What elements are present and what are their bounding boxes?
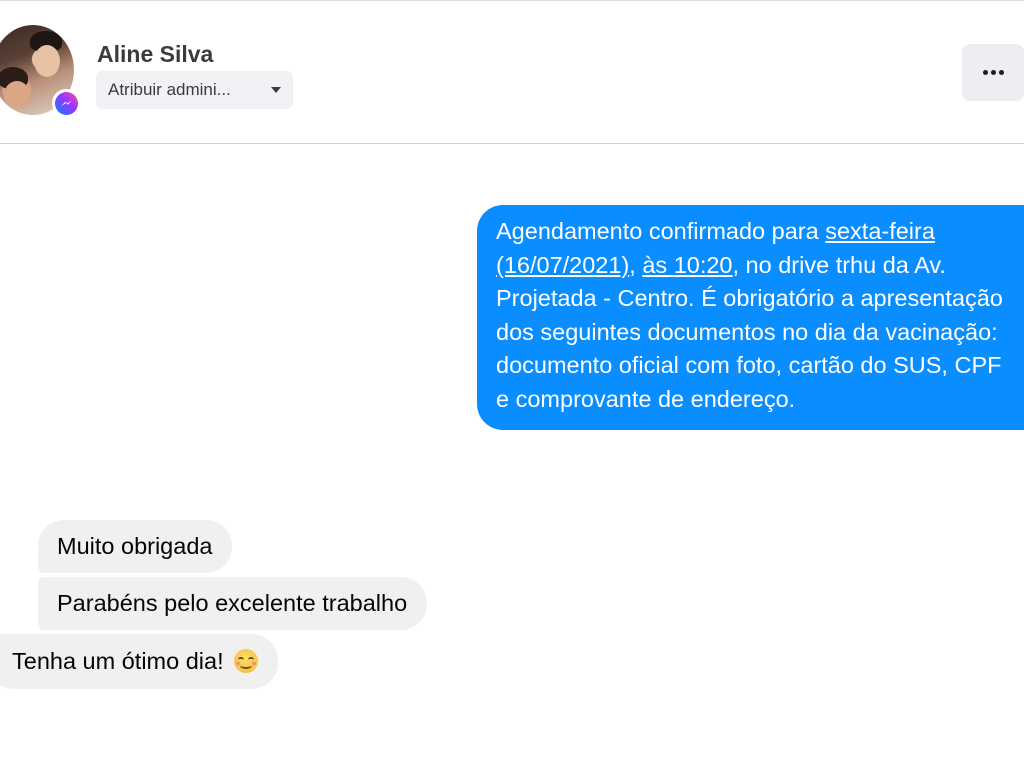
- more-horizontal-icon: [990, 70, 996, 75]
- avatar-photo-detail: [4, 81, 30, 109]
- caret-down-icon: [271, 87, 281, 93]
- avatar-photo-detail: [34, 45, 60, 77]
- messenger-badge-circle: [54, 91, 78, 115]
- contact-name[interactable]: Aline Silva: [97, 41, 213, 68]
- message-text: Muito obrigada: [57, 533, 213, 559]
- messenger-bolt-glyph: [61, 99, 71, 106]
- date-link-date[interactable]: (16/07/2021): [496, 252, 629, 278]
- emoji-mouth: [240, 662, 253, 669]
- incoming-message-bubble[interactable]: Tenha um ótimo dia!: [0, 634, 279, 689]
- message-text: Agendamento confirmado para: [496, 218, 826, 244]
- chat-window: Aline Silva Atribuir admini... Agendamen…: [0, 0, 1024, 768]
- conversation-header: Aline Silva Atribuir admini...: [0, 1, 1024, 144]
- outgoing-message-bubble[interactable]: Agendamento confirmado para sexta-feira …: [477, 205, 1024, 430]
- incoming-message-bubble[interactable]: Muito obrigada: [38, 520, 233, 573]
- smiling-face-icon: [234, 649, 259, 673]
- messenger-icon: [52, 89, 80, 117]
- more-horizontal-icon: [998, 70, 1004, 75]
- incoming-message-bubble[interactable]: Parabéns pelo excelente trabalho: [38, 577, 428, 630]
- assign-admin-dropdown[interactable]: Atribuir admini...: [96, 71, 293, 109]
- emoji-cheek: [252, 662, 257, 665]
- time-link[interactable]: às 10:20: [642, 252, 732, 278]
- more-horizontal-icon: [982, 70, 988, 75]
- message-text: Parabéns pelo excelente trabalho: [57, 590, 408, 616]
- assign-admin-label: Atribuir admini...: [108, 80, 231, 99]
- message-text: ,: [629, 251, 643, 278]
- date-link-day[interactable]: sexta-feira: [825, 218, 935, 244]
- message-text: Tenha um ótimo dia!: [12, 648, 224, 674]
- more-options-button[interactable]: [962, 44, 1024, 101]
